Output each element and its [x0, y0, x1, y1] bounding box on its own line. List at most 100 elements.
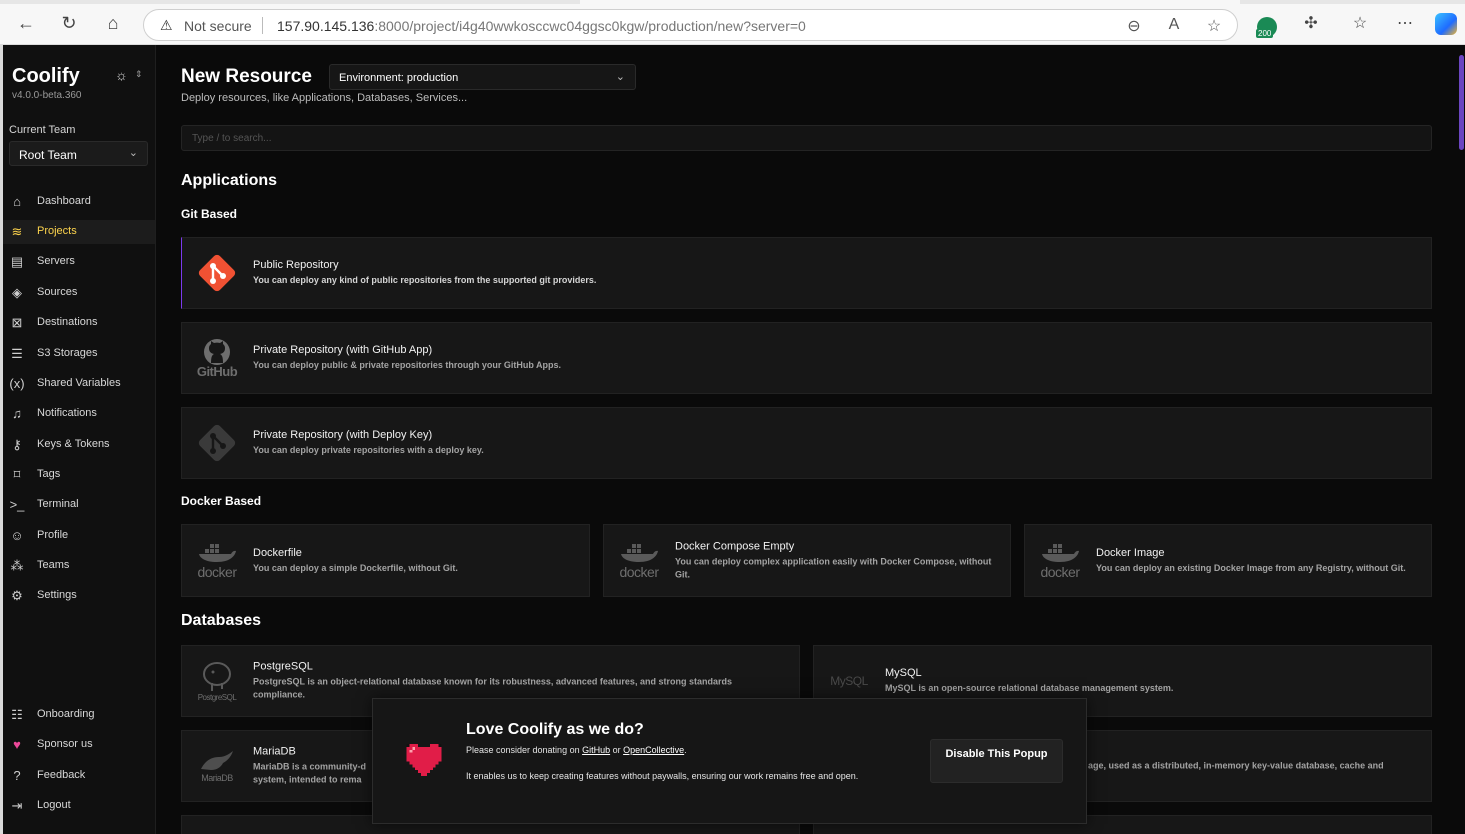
chevron-updown-icon[interactable]: ⇕: [135, 69, 143, 80]
zoom-icon[interactable]: ⊖: [1124, 16, 1144, 36]
deploy-key-card[interactable]: Private Repository (with Deploy Key) You …: [181, 407, 1432, 479]
card-title: Docker Image: [1096, 546, 1165, 559]
chevron-down-icon: ⌄: [128, 147, 138, 159]
popup-body-text: It enables us to keep creating features …: [466, 771, 859, 781]
warning-icon: ⚠: [160, 17, 173, 33]
disable-popup-button[interactable]: Disable This Popup: [930, 739, 1063, 783]
gear-icon: ⚙: [11, 588, 23, 603]
home-icon[interactable]: ⌂: [101, 11, 125, 35]
card-description-line: MariaDB is a community-d: [253, 761, 367, 772]
sidebar-item-settings[interactable]: ⚙ Settings: [3, 584, 155, 608]
reload-icon[interactable]: ↻: [57, 11, 81, 35]
sidebar-item-tags[interactable]: ⌑ Tags: [3, 463, 155, 487]
card-title: Docker Compose Empty: [675, 540, 795, 552]
sidebar-item-logout[interactable]: ⇥ Logout: [3, 794, 155, 818]
copilot-icon[interactable]: [1435, 13, 1457, 35]
sidebar-item-label: Projects: [37, 225, 77, 237]
environment-select[interactable]: Environment: production ⌄: [329, 64, 636, 90]
docker-wordmark: docker: [619, 563, 659, 580]
database-icon: ☰: [11, 346, 23, 361]
sidebar-item-keys-tokens[interactable]: ⚷ Keys & Tokens: [3, 433, 155, 457]
user-icon: ☺: [10, 528, 24, 543]
postgresql-logo-icon: PostgreSQL: [193, 657, 241, 705]
extension-badge: 200: [1256, 29, 1274, 38]
sidebar-item-label: Teams: [37, 559, 70, 571]
favorite-star-icon[interactable]: ☆: [1204, 16, 1224, 36]
heart-icon: ♥: [13, 737, 21, 752]
active-tab[interactable]: [580, 0, 1240, 4]
terminal-icon: >_: [9, 497, 25, 512]
github-app-card[interactable]: GitHub Private Repository (with GitHub A…: [181, 322, 1432, 394]
team-select[interactable]: Root Team ⌄: [9, 141, 148, 166]
docker-logo-icon: docker: [615, 537, 663, 585]
dockerfile-card[interactable]: docker Dockerfile You can deploy a simple…: [181, 524, 590, 597]
card-description-line: system, intended to rema: [253, 774, 362, 785]
back-icon[interactable]: ←: [14, 11, 38, 35]
docker-image-card[interactable]: docker Docker Image You can deploy an exi…: [1024, 524, 1432, 597]
scrollbar-thumb[interactable]: [1459, 55, 1464, 150]
address-bar[interactable]: ⚠ Not secure 157.90.145.136:8000/project…: [143, 9, 1238, 41]
git-logo-icon: [193, 419, 241, 467]
read-aloud-icon[interactable]: A: [1164, 16, 1184, 34]
sidebar-item-notifications[interactable]: ♫ Notifications: [3, 402, 155, 426]
url-text[interactable]: 157.90.145.136:8000/project/i4g40wwkoscc…: [277, 18, 806, 34]
sidebar-item-destinations[interactable]: ⊠ Destinations: [3, 311, 155, 335]
scrollbar[interactable]: [1457, 45, 1465, 834]
sidebar-item-label: Profile: [37, 529, 69, 541]
card-title: MySQL: [885, 667, 922, 679]
sidebar-item-terminal[interactable]: >_ Terminal: [3, 493, 155, 517]
github-wordmark: GitHub: [196, 363, 238, 379]
sidebar-item-servers[interactable]: ▤ Servers: [3, 250, 155, 274]
environment-value: Environment: production: [339, 72, 459, 84]
sidebar-item-s3-storages[interactable]: ☰ S3 Storages: [3, 342, 155, 366]
team-label: Current Team: [9, 124, 76, 136]
sidebar-item-label: Destinations: [37, 316, 98, 328]
git-icon: ◈: [12, 285, 22, 300]
popup-text-fragment: Please consider donating on: [466, 745, 583, 755]
docker-wordmark: docker: [1040, 563, 1080, 580]
extension-icon[interactable]: 200: [1256, 17, 1277, 38]
sidebar-item-sources[interactable]: ◈ Sources: [3, 281, 155, 305]
security-label[interactable]: Not secure: [184, 18, 252, 34]
sidebar-item-onboarding[interactable]: ☷ Onboarding: [3, 703, 155, 727]
card-description: You can deploy an existing Docker Image …: [1096, 562, 1406, 573]
sidebar: Coolify v4.0.0-beta.360 ☼ ⇕ Current Team…: [3, 45, 156, 834]
card-description: You can deploy public & private reposito…: [253, 360, 562, 370]
git-logo-icon: [193, 249, 241, 297]
card-title: Dockerfile: [253, 546, 302, 559]
sidebar-item-label: Sources: [37, 286, 78, 298]
popup-text-fragment: .: [684, 745, 687, 755]
sidebar-item-dashboard[interactable]: ⌂ Dashboard: [3, 190, 155, 214]
users-icon: ⁂: [10, 558, 24, 573]
git-based-heading: Git Based: [181, 207, 238, 221]
docker-compose-card[interactable]: docker Docker Compose Empty You can deplo…: [603, 524, 1011, 597]
theme-sun-icon[interactable]: ☼: [115, 67, 128, 83]
tag-icon: ⌑: [13, 467, 21, 482]
variable-icon: (x): [9, 376, 25, 391]
sidebar-item-feedback[interactable]: ? Feedback: [3, 764, 155, 788]
sidebar-item-projects[interactable]: ≋ Projects: [3, 220, 155, 244]
docker-based-heading: Docker Based: [181, 494, 262, 508]
opencollective-link[interactable]: OpenCollective: [623, 745, 684, 755]
layers-icon: ≋: [11, 224, 23, 239]
popup-title: Love Coolify as we do?: [466, 721, 644, 738]
card-description: You can deploy private repositories with…: [253, 445, 484, 455]
card-title: Private Repository (with Deploy Key): [253, 429, 433, 441]
brand-logo[interactable]: Coolify: [12, 65, 80, 88]
docker-logo-icon: docker: [1036, 537, 1084, 585]
extensions-puzzle-icon[interactable]: ✣: [1300, 13, 1322, 33]
sidebar-item-teams[interactable]: ⁂ Teams: [3, 554, 155, 578]
favorites-icon[interactable]: ☆: [1349, 13, 1371, 33]
sidebar-item-shared-variables[interactable]: (x) Shared Variables: [3, 372, 155, 396]
public-repository-card[interactable]: Public Repository You can deploy any kind…: [181, 237, 1432, 309]
sidebar-item-label: Terminal: [37, 498, 79, 510]
sponsor-popup: Love Coolify as we do? Please consider d…: [372, 698, 1087, 824]
search-input[interactable]: [181, 125, 1432, 151]
github-link[interactable]: GitHub: [582, 745, 610, 755]
sidebar-item-profile[interactable]: ☺ Profile: [3, 524, 155, 548]
more-menu-icon[interactable]: ⋯: [1394, 13, 1416, 33]
sidebar-item-sponsor[interactable]: ♥ Sponsor us: [3, 733, 155, 757]
card-title: Private Repository (with GitHub App): [253, 344, 433, 356]
sidebar-item-label: Keys & Tokens: [37, 438, 110, 450]
card-title: Public Repository: [253, 259, 339, 271]
